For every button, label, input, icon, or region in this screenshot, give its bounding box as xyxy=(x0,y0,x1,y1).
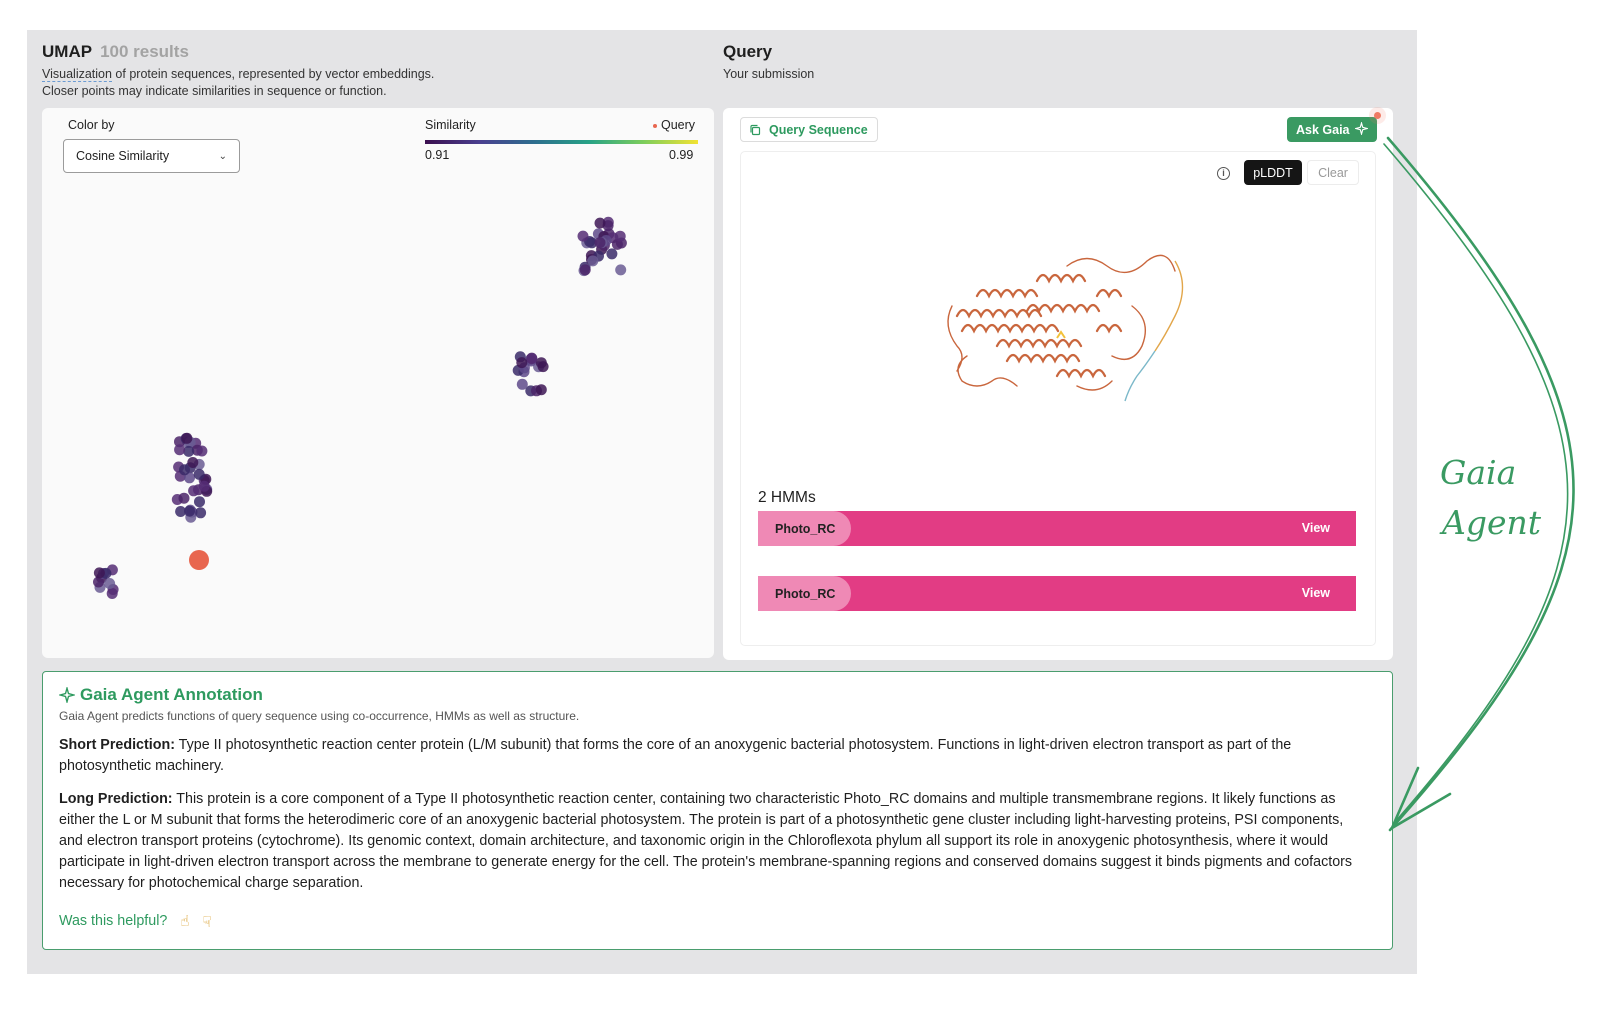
sequence-point[interactable] xyxy=(181,432,193,444)
hmm-view-button[interactable]: View xyxy=(1302,586,1330,600)
sequence-point[interactable] xyxy=(516,357,528,369)
sequence-point[interactable] xyxy=(195,507,207,519)
query-title: Query xyxy=(723,42,773,61)
sequence-point[interactable] xyxy=(577,230,589,242)
umap-header: UMAP 100 results xyxy=(42,42,189,62)
query-sequence-label: Query Sequence xyxy=(769,122,868,137)
short-prediction-label: Short Prediction: xyxy=(59,737,175,753)
long-prediction: Long Prediction: This protein is a core … xyxy=(59,789,1369,894)
sparkle-icon xyxy=(59,687,75,703)
gaia-annotation-panel: Gaia Agent Annotation Gaia Agent predict… xyxy=(42,671,1393,950)
feedback-prompt: Was this helpful? xyxy=(59,913,168,929)
ask-gaia-label: Ask Gaia xyxy=(1296,122,1350,137)
sequence-point[interactable] xyxy=(614,230,626,242)
handwritten-label-line1: Gaia xyxy=(1440,453,1517,492)
sequence-point[interactable] xyxy=(587,255,599,267)
umap-description: Visualization of protein sequences, repr… xyxy=(42,66,434,99)
visualization-link[interactable]: Visualization xyxy=(42,67,112,82)
hmm-count: 2 HMMs xyxy=(758,489,816,506)
sequence-point[interactable] xyxy=(193,468,205,480)
annotation-title: Gaia Agent Annotation xyxy=(59,685,263,705)
handwritten-label-line2: Agent xyxy=(1442,503,1541,542)
sequence-point[interactable] xyxy=(194,496,205,508)
umap-title: UMAP xyxy=(42,42,93,61)
sequence-point[interactable] xyxy=(174,444,186,456)
sequence-point[interactable] xyxy=(178,492,190,504)
notification-dot xyxy=(1374,112,1381,119)
structure-viewer[interactable]: i pLDDT Clear 2 HMMs Photo_RC View Photo… xyxy=(740,151,1376,646)
sparkle-icon xyxy=(1355,122,1368,135)
hmm-domain-pill: Photo_RC xyxy=(758,511,851,546)
sequence-point[interactable] xyxy=(594,237,606,249)
sequence-point[interactable] xyxy=(93,567,105,579)
hmm-domain-bar: Photo_RC View xyxy=(758,511,1356,546)
hmm-domain-bar: Photo_RC View xyxy=(758,576,1356,611)
info-icon[interactable]: i xyxy=(1217,167,1230,180)
sequence-point[interactable] xyxy=(615,264,627,276)
thumbs-down-icon[interactable]: ☝ xyxy=(202,912,211,930)
umap-results-count: 100 results xyxy=(100,42,189,61)
sequence-point[interactable] xyxy=(187,457,199,468)
sequence-point[interactable] xyxy=(535,384,547,396)
sequence-point[interactable] xyxy=(526,353,538,365)
copy-icon xyxy=(750,124,761,136)
sequence-point[interactable] xyxy=(184,505,195,517)
query-sequence-button[interactable]: Query Sequence xyxy=(740,117,878,142)
sequence-point[interactable] xyxy=(606,248,618,260)
annotation-title-text: Gaia Agent Annotation xyxy=(80,685,263,704)
short-prediction: Short Prediction: Type II photosynthetic… xyxy=(59,735,1369,777)
feedback-row: Was this helpful? ☝ ☝ xyxy=(59,912,212,930)
sequence-point[interactable] xyxy=(579,264,591,276)
sequence-point[interactable] xyxy=(535,357,547,369)
sequence-point[interactable] xyxy=(196,445,208,457)
sequence-point[interactable] xyxy=(198,480,210,492)
query-point[interactable] xyxy=(189,550,209,570)
short-prediction-text: Type II photosynthetic reaction center p… xyxy=(59,737,1292,774)
clear-button[interactable]: Clear xyxy=(1307,160,1359,185)
query-subtitle: Your submission xyxy=(723,67,815,81)
sequence-point[interactable] xyxy=(179,464,190,476)
long-prediction-text: This protein is a core component of a Ty… xyxy=(59,791,1353,891)
umap-panel: Color by Cosine Similarity ⌄ Similarity … xyxy=(42,108,714,658)
protein-structure-image[interactable] xyxy=(937,236,1197,406)
long-prediction-label: Long Prediction: xyxy=(59,791,173,807)
sequence-point[interactable] xyxy=(188,485,200,497)
sequence-point[interactable] xyxy=(183,445,195,457)
hmm-domain-pill: Photo_RC xyxy=(758,576,851,611)
umap-description-rest: of protein sequences, represented by vec… xyxy=(111,67,435,81)
umap-scatter-plot[interactable] xyxy=(42,108,714,658)
plddt-button[interactable]: pLDDT xyxy=(1244,160,1302,185)
sequence-point[interactable] xyxy=(516,378,528,390)
thumbs-up-icon[interactable]: ☝ xyxy=(180,912,189,930)
sequence-point[interactable] xyxy=(594,217,606,229)
query-panel: Query Sequence Ask Gaia i pLDDT Clear 2 … xyxy=(723,108,1393,660)
annotation-subtitle: Gaia Agent predicts functions of query s… xyxy=(59,709,580,723)
hmm-view-button[interactable]: View xyxy=(1302,521,1330,535)
umap-description-line2: Closer points may indicate similarities … xyxy=(42,83,387,98)
ask-gaia-button[interactable]: Ask Gaia xyxy=(1287,117,1377,142)
sequence-point[interactable] xyxy=(104,578,116,589)
